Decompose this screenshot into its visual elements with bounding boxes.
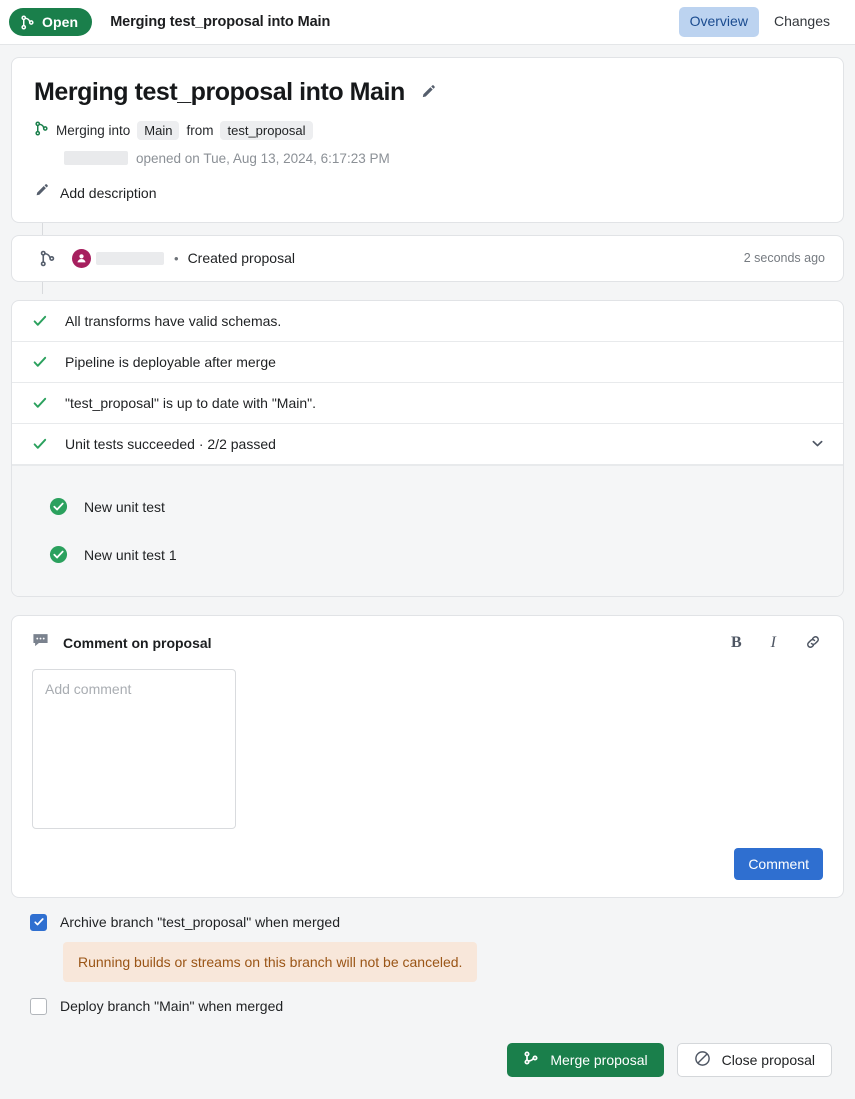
deploy-branch-label: Deploy branch "Main" when merged xyxy=(60,998,284,1015)
check-icon xyxy=(32,313,48,329)
source-branch-chip: test_proposal xyxy=(220,120,313,140)
comment-format-toolbar: B I xyxy=(729,632,823,655)
activity-separator: • xyxy=(174,250,179,266)
check-circle-icon xyxy=(49,497,68,516)
bold-button[interactable]: B xyxy=(729,633,744,653)
check-row: "test_proposal" is up to date with "Main… xyxy=(12,383,843,424)
top-bar: Open Merging test_proposal into Main Ove… xyxy=(0,0,855,45)
target-branch-chip: Main xyxy=(137,120,180,140)
circle-slash-icon xyxy=(694,1050,711,1070)
unit-tests-label: Unit tests succeeded · 2/2 passed xyxy=(65,435,276,452)
activity-timestamp: 2 seconds ago xyxy=(743,251,825,266)
merging-into-label: Merging into xyxy=(56,122,131,138)
activity-text: Created proposal xyxy=(187,250,295,267)
author-name-redacted xyxy=(64,151,128,166)
pencil-icon xyxy=(420,84,436,100)
italic-button[interactable]: I xyxy=(769,633,778,653)
opened-info-row: opened on Tue, Aug 13, 2024, 6:17:23 PM xyxy=(34,151,821,166)
add-description-button[interactable]: Add description xyxy=(34,183,821,203)
merging-from-label: from xyxy=(186,122,214,138)
activity-author-redacted xyxy=(96,251,164,265)
close-proposal-button[interactable]: Close proposal xyxy=(676,1042,832,1077)
archive-warning-banner: Running builds or streams on this branch… xyxy=(63,941,478,982)
opened-timestamp: opened on Tue, Aug 13, 2024, 6:17:23 PM xyxy=(136,150,390,166)
check-row: All transforms have valid schemas. xyxy=(12,301,843,342)
comment-title: Comment on proposal xyxy=(63,635,212,652)
check-icon xyxy=(32,436,48,452)
check-label: All transforms have valid schemas. xyxy=(65,312,282,329)
tab-list: Overview Changes xyxy=(678,7,841,37)
git-merge-icon xyxy=(36,249,58,267)
comment-submit-button[interactable]: Comment xyxy=(734,847,823,880)
git-merge-icon xyxy=(523,1050,539,1069)
git-merge-icon xyxy=(34,121,49,139)
pencil-icon xyxy=(34,183,49,203)
page-title: Merging test_proposal into Main xyxy=(34,78,405,106)
edit-title-button[interactable] xyxy=(418,82,438,102)
page-content: Merging test_proposal into Main Merging … xyxy=(0,45,855,1099)
comment-header: Comment on proposal B I xyxy=(12,616,843,669)
unit-test-label: New unit test xyxy=(84,498,165,515)
check-label: Pipeline is deployable after merge xyxy=(65,353,276,370)
avatar xyxy=(72,248,91,268)
unit-test-list: New unit test New unit test 1 xyxy=(12,464,843,596)
check-row: Pipeline is deployable after merge xyxy=(12,342,843,383)
comment-bubble-icon xyxy=(32,632,49,654)
merge-proposal-button[interactable]: Merge proposal xyxy=(507,1042,664,1077)
tab-changes[interactable]: Changes xyxy=(763,7,841,37)
list-item: New unit test 1 xyxy=(12,536,843,574)
proposal-title-row: Merging test_proposal into Main xyxy=(34,78,821,107)
comment-card: Comment on proposal B I Comment xyxy=(11,614,844,898)
comment-actions: Comment xyxy=(12,834,843,880)
tab-overview[interactable]: Overview xyxy=(678,7,759,37)
merge-options: Archive branch "test_proposal" when merg… xyxy=(11,898,844,1015)
archive-branch-option[interactable]: Archive branch "test_proposal" when merg… xyxy=(30,913,833,931)
git-merge-icon xyxy=(20,14,35,30)
deploy-branch-checkbox[interactable] xyxy=(30,997,47,1015)
status-badge: Open xyxy=(9,8,93,36)
deploy-branch-option[interactable]: Deploy branch "Main" when merged xyxy=(30,997,833,1015)
unit-test-label: New unit test 1 xyxy=(84,546,177,563)
comment-input[interactable] xyxy=(32,668,236,829)
top-bar-title: Merging test_proposal into Main xyxy=(110,14,331,30)
check-label: "test_proposal" is up to date with "Main… xyxy=(65,394,317,411)
link-button[interactable] xyxy=(803,632,823,655)
link-icon xyxy=(805,634,821,653)
unit-tests-toggle-row[interactable]: Unit tests succeeded · 2/2 passed xyxy=(12,424,843,465)
merging-info-row: Merging into Main from test_proposal xyxy=(34,120,821,140)
check-circle-icon xyxy=(49,545,68,564)
add-description-label: Add description xyxy=(60,184,157,201)
checks-card: All transforms have valid schemas. Pipel… xyxy=(11,299,844,597)
check-icon xyxy=(32,395,48,411)
list-item: New unit test xyxy=(12,488,843,526)
proposal-header-card: Merging test_proposal into Main Merging … xyxy=(11,57,844,223)
archive-branch-label: Archive branch "test_proposal" when merg… xyxy=(60,914,340,931)
merge-proposal-label: Merge proposal xyxy=(550,1051,648,1068)
close-proposal-label: Close proposal xyxy=(721,1051,815,1068)
archive-branch-checkbox[interactable] xyxy=(30,913,47,931)
status-badge-label: Open xyxy=(42,14,79,30)
activity-row: • Created proposal 2 seconds ago xyxy=(11,234,844,282)
footer-actions: Merge proposal Close proposal xyxy=(11,1015,844,1099)
activity-timeline: • Created proposal 2 seconds ago xyxy=(11,222,844,294)
chevron-down-icon[interactable] xyxy=(810,436,825,451)
check-icon xyxy=(32,354,48,370)
